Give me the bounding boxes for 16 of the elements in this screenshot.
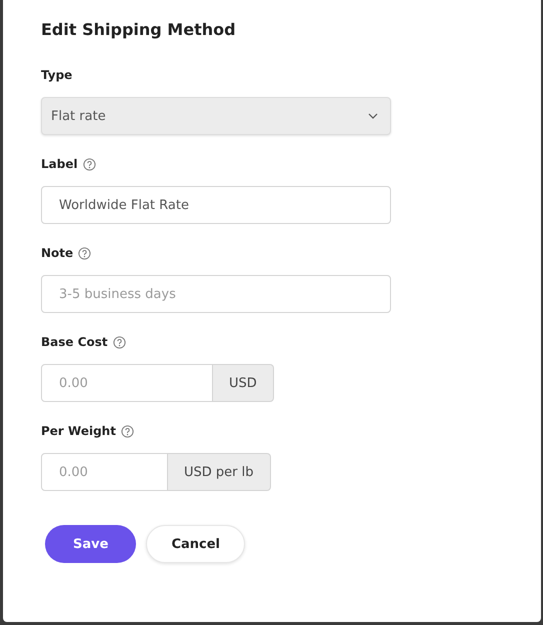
type-select[interactable]: Flat rate [41, 97, 391, 135]
unit-label: USD per lb [168, 453, 271, 491]
unit-label: USD [213, 364, 274, 402]
dialog-title: Edit Shipping Method [41, 19, 237, 41]
field-label: Note [41, 246, 74, 260]
field-label: Base Cost [41, 335, 108, 349]
field-label: Label [41, 157, 78, 171]
cancel-button[interactable]: Cancel [146, 525, 245, 563]
text-field[interactable]: 3-5 business days [41, 275, 391, 313]
field-label: Per Weight [41, 424, 116, 438]
save-button[interactable]: Save [45, 525, 136, 563]
text-field[interactable]: Worldwide Flat Rate [41, 186, 391, 224]
field-label: Type [41, 68, 72, 82]
chevron-down-icon [368, 113, 378, 119]
amount-field[interactable]: 0.00 [41, 453, 168, 491]
amount-field[interactable]: 0.00 [41, 364, 213, 402]
